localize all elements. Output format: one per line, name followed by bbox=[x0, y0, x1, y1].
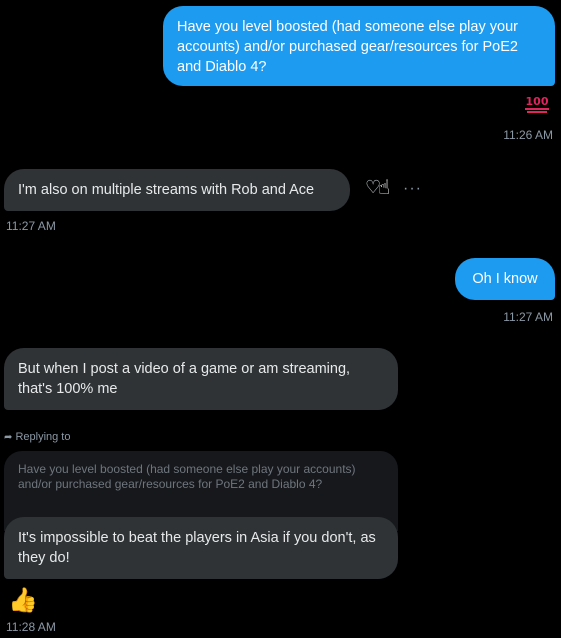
sent-message-bubble[interactable]: Have you level boosted (had someone else… bbox=[163, 6, 555, 86]
received-message-bubble[interactable]: I'm also on multiple streams with Rob an… bbox=[4, 169, 350, 211]
hundred-points-reaction-icon[interactable]: 100 bbox=[525, 96, 549, 113]
reply-arrow-icon: ➦ bbox=[4, 432, 13, 443]
received-message-bubble[interactable]: But when I post a video of a game or am … bbox=[4, 348, 398, 410]
received-message-bubble[interactable]: It's impossible to beat the players in A… bbox=[4, 517, 398, 579]
more-dots-icon[interactable]: ··· bbox=[403, 180, 422, 198]
message-timestamp: 11:27 AM bbox=[6, 219, 56, 233]
hand-cursor-icon: ☝ bbox=[378, 175, 391, 199]
replying-to-label: ➦ Replying to bbox=[4, 431, 71, 443]
thumbs-up-reaction-icon[interactable]: 👍 bbox=[8, 586, 38, 614]
message-timestamp: 11:26 AM bbox=[503, 128, 553, 142]
sent-message-bubble[interactable]: Oh I know bbox=[455, 258, 555, 300]
message-timestamp: 11:27 AM bbox=[503, 310, 553, 324]
message-timestamp: 11:28 AM bbox=[6, 620, 56, 634]
